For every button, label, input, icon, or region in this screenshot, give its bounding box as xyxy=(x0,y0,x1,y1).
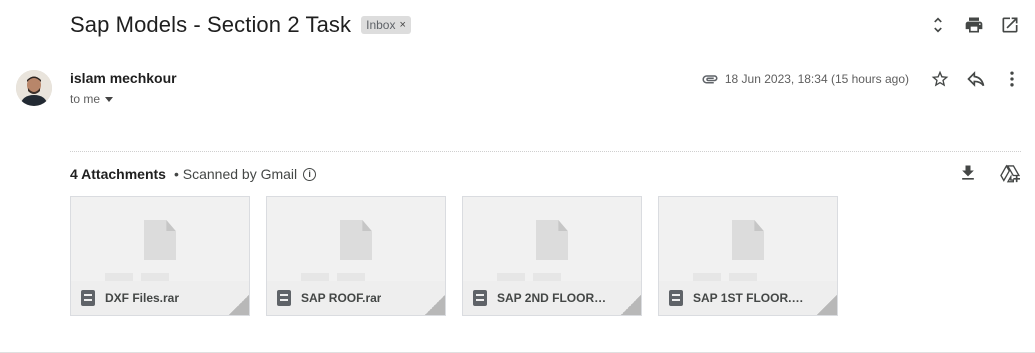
recipient-details-toggle[interactable]: to me xyxy=(70,92,177,106)
sender-block: islam mechkour to me xyxy=(70,70,177,106)
thread-actions xyxy=(927,14,1021,36)
attachment-filename: SAP 2ND FLOOR.rar xyxy=(497,291,609,305)
document-icon xyxy=(732,220,764,260)
preview-shadow xyxy=(301,273,329,281)
preview-shadow xyxy=(141,273,169,281)
paperclip-icon xyxy=(701,70,719,88)
scanned-text: • Scanned by Gmail xyxy=(173,166,298,182)
archive-file-icon xyxy=(473,290,487,306)
download-icon[interactable] xyxy=(957,162,979,184)
attachment-preview xyxy=(659,197,837,283)
message-date: 18 Jun 2023, 18:34 (15 hours ago) xyxy=(724,72,909,86)
document-icon xyxy=(340,220,372,260)
preview-shadow xyxy=(729,273,757,281)
preview-shadow xyxy=(497,273,525,281)
attachment-card[interactable]: DXF Files.rar xyxy=(70,196,250,316)
attachment-footer: DXF Files.rar xyxy=(71,281,249,315)
attachments-actions xyxy=(957,162,1021,184)
attachment-card[interactable]: SAP 2ND FLOOR.rar xyxy=(462,196,642,316)
star-icon[interactable] xyxy=(929,68,951,90)
archive-file-icon xyxy=(669,290,683,306)
email-subject: Sap Models - Section 2 Task xyxy=(70,12,352,37)
document-icon xyxy=(144,220,176,260)
preview-shadow xyxy=(693,273,721,281)
chevron-down-icon xyxy=(105,96,114,102)
scanned-by-gmail: • Scanned by Gmail i xyxy=(173,166,317,182)
preview-shadow xyxy=(337,273,365,281)
unfold-more-icon[interactable] xyxy=(927,14,949,36)
sender-name[interactable]: islam mechkour xyxy=(70,70,177,86)
more-vert-icon[interactable] xyxy=(1001,68,1023,90)
attachment-card[interactable]: SAP ROOF.rar xyxy=(266,196,446,316)
recipient-text: to me xyxy=(70,92,101,106)
archive-file-icon xyxy=(81,290,95,306)
subject-row: Sap Models - Section 2 Task Inbox × xyxy=(70,12,411,38)
reply-icon[interactable] xyxy=(965,68,987,90)
attachment-footer: SAP 1ST FLOOR.rar xyxy=(659,281,837,315)
attachments-count: 4 Attachments xyxy=(70,166,166,182)
archive-file-icon xyxy=(277,290,291,306)
preview-shadow xyxy=(105,273,133,281)
attachment-filename: SAP ROOF.rar xyxy=(301,291,382,305)
label-text: Inbox xyxy=(366,18,396,32)
message-meta: 18 Jun 2023, 18:34 (15 hours ago) xyxy=(701,68,1023,90)
info-icon[interactable]: i xyxy=(303,167,317,181)
open-in-new-icon[interactable] xyxy=(999,14,1021,36)
attachment-preview xyxy=(463,197,641,283)
document-icon xyxy=(536,220,568,260)
attachment-card[interactable]: SAP 1ST FLOOR.rar xyxy=(658,196,838,316)
corner-fold xyxy=(817,295,837,315)
sender-avatar[interactable] xyxy=(16,70,52,106)
inbox-label-chip[interactable]: Inbox × xyxy=(361,16,411,34)
attachment-filename: SAP 1ST FLOOR.rar xyxy=(693,291,805,305)
corner-fold xyxy=(621,295,641,315)
corner-fold xyxy=(229,295,249,315)
corner-fold xyxy=(425,295,445,315)
preview-shadow xyxy=(533,273,561,281)
attachments-list: DXF Files.rar SAP ROOF.rar SAP 2ND FLOOR… xyxy=(70,196,838,316)
remove-label-icon[interactable]: × xyxy=(399,19,405,31)
attachment-filename: DXF Files.rar xyxy=(105,291,180,305)
attachment-preview xyxy=(71,197,249,283)
print-icon[interactable] xyxy=(963,14,985,36)
add-to-drive-icon[interactable] xyxy=(999,162,1021,184)
attachments-header: 4 Attachments • Scanned by Gmail i xyxy=(70,166,317,182)
attachment-preview xyxy=(267,197,445,283)
attachment-footer: SAP 2ND FLOOR.rar xyxy=(463,281,641,315)
attachments-divider xyxy=(70,151,1021,152)
attachment-footer: SAP ROOF.rar xyxy=(267,281,445,315)
